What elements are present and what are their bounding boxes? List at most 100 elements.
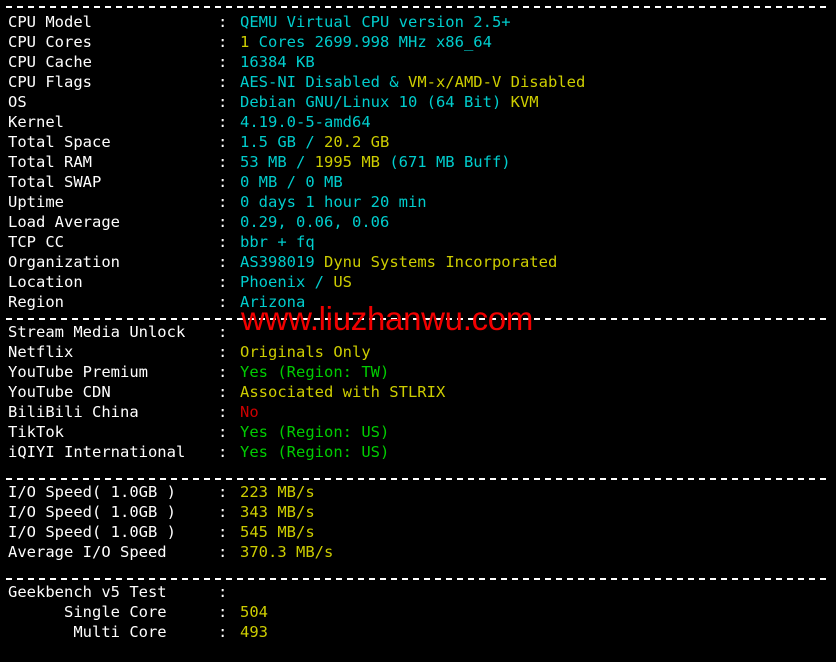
value-segment: 20.2 GB xyxy=(324,133,390,151)
terminal-row: Load Average:0.29, 0.06, 0.06 xyxy=(0,212,836,232)
terminal-row: Single Core:504 xyxy=(0,602,836,622)
row-separator-colon: : xyxy=(218,423,228,441)
row-separator-colon: : xyxy=(218,33,228,51)
row-separator-colon: : xyxy=(218,133,228,151)
row-separator-colon: : xyxy=(218,383,228,401)
row-label: TCP CC xyxy=(8,233,64,251)
terminal-row: Average I/O Speed:370.3 MB/s xyxy=(0,542,836,562)
row-separator-colon: : xyxy=(218,73,228,91)
row-separator-colon: : xyxy=(218,543,228,561)
value-segment: 0 MB / 0 MB xyxy=(240,173,343,191)
terminal-row: Netflix: Originals Only xyxy=(0,342,836,362)
terminal-row: I/O Speed( 1.0GB ):343 MB/s xyxy=(0,502,836,522)
row-value: 0 MB / 0 MB xyxy=(240,172,343,192)
row-separator-colon: : xyxy=(218,403,228,421)
value-segment: Yes (Region: TW) xyxy=(240,363,390,381)
row-separator-colon: : xyxy=(218,93,228,111)
row-label: Single Core xyxy=(8,603,167,621)
row-separator-colon: : xyxy=(218,623,228,641)
value-segment: Yes (Region: US) xyxy=(240,423,390,441)
terminal-row: TCP CC: bbr + fq xyxy=(0,232,836,252)
row-separator-colon: : xyxy=(218,503,228,521)
dashed-rule xyxy=(6,478,830,480)
terminal-row: Multi Core:493 xyxy=(0,622,836,642)
value-segment: 1.5 GB / xyxy=(240,133,324,151)
dashed-rule xyxy=(6,578,830,580)
row-value: 16384 KB xyxy=(240,52,315,72)
value-segment: US xyxy=(333,273,352,291)
value-segment: 0 days 1 hour 20 min xyxy=(240,193,427,211)
row-label: Geekbench v5 Test xyxy=(8,583,167,601)
row-value: 4.19.0-5-amd64 xyxy=(240,112,371,132)
value-segment: Debian GNU/Linux 10 (64 Bit) xyxy=(240,93,511,111)
row-separator-colon: : xyxy=(218,343,228,361)
value-segment: 0.29, 0.06, 0.06 xyxy=(240,213,390,231)
row-separator-colon: : xyxy=(218,53,228,71)
row-value: Originals Only xyxy=(240,342,371,362)
terminal-row: Total Space:1.5 GB / 20.2 GB xyxy=(0,132,836,152)
terminal-row: I/O Speed( 1.0GB ):223 MB/s xyxy=(0,482,836,502)
row-value: bbr + fq xyxy=(240,232,315,252)
terminal-row: iQIYI International: Yes (Region: US) xyxy=(0,442,836,462)
terminal-row: OS: Debian GNU/Linux 10 (64 Bit) KVM xyxy=(0,92,836,112)
row-value: 223 MB/s xyxy=(240,482,315,502)
row-value: Phoenix / US xyxy=(240,272,352,292)
terminal-row: TikTok: Yes (Region: US) xyxy=(0,422,836,442)
row-separator-colon: : xyxy=(218,193,228,211)
value-segment: 370.3 MB/s xyxy=(240,543,334,561)
row-label: YouTube CDN xyxy=(8,383,111,401)
row-value: 0.29, 0.06, 0.06 xyxy=(240,212,389,232)
terminal-row: BiliBili China: No xyxy=(0,402,836,422)
value-segment: 223 MB/s xyxy=(240,483,315,501)
row-label: Uptime xyxy=(8,193,64,211)
site-watermark: www.liuzhanwu.com xyxy=(241,300,534,337)
row-separator-colon: : xyxy=(218,173,228,191)
row-label: Multi Core xyxy=(8,623,167,641)
value-segment: No xyxy=(240,403,259,421)
value-segment: 343 MB/s xyxy=(240,503,315,521)
row-value: Associated with STLRIX xyxy=(240,382,445,402)
row-label: CPU Flags xyxy=(8,73,92,91)
row-value: AES-NI Disabled & VM-x/AMD-V Disabled xyxy=(240,72,585,92)
value-segment: bbr + fq xyxy=(240,233,315,251)
value-segment: VM-x/AMD-V Disabled xyxy=(407,73,586,91)
row-value: QEMU Virtual CPU version 2.5+ xyxy=(240,12,511,32)
value-segment: AS398019 xyxy=(240,253,324,271)
row-label: I/O Speed( 1.0GB ) xyxy=(8,523,176,541)
row-separator-colon: : xyxy=(218,293,228,311)
terminal-row: CPU Cores:1 Cores 2699.998 MHz x86_64 xyxy=(0,32,836,52)
row-label: YouTube Premium xyxy=(8,363,148,381)
row-value: 493 xyxy=(240,622,268,642)
terminal-row: Total RAM:53 MB / 1995 MB (671 MB Buff) xyxy=(0,152,836,172)
row-label: Region xyxy=(8,293,64,311)
row-separator-colon: : xyxy=(218,363,228,381)
row-separator-colon: : xyxy=(218,443,228,461)
row-label: OS xyxy=(8,93,27,111)
value-segment: Phoenix / xyxy=(240,273,334,291)
value-segment: AES-NI Disabled & xyxy=(240,73,408,91)
value-segment: (671 MB Buff) xyxy=(379,153,511,171)
value-segment: Yes (Region: US) xyxy=(240,443,390,461)
terminal-row: Uptime:0 days 1 hour 20 min xyxy=(0,192,836,212)
row-label: CPU Cores xyxy=(8,33,92,51)
value-segment: 1 xyxy=(240,33,250,51)
row-separator-colon: : xyxy=(218,603,228,621)
row-label: CPU Model xyxy=(8,13,92,31)
row-label: Netflix xyxy=(8,343,74,361)
row-label: Average I/O Speed xyxy=(8,543,167,561)
row-separator-colon: : xyxy=(218,13,228,31)
value-segment: 4.19.0-5-amd64 xyxy=(240,113,371,131)
row-label: CPU Cache xyxy=(8,53,92,71)
terminal-row: I/O Speed( 1.0GB ):545 MB/s xyxy=(0,522,836,542)
row-separator-colon: : xyxy=(218,323,228,341)
row-value: Yes (Region: US) xyxy=(240,422,389,442)
row-value: 0 days 1 hour 20 min xyxy=(240,192,427,212)
terminal-row: Organization: AS398019 Dynu Systems Incor… xyxy=(0,252,836,272)
row-separator-colon: : xyxy=(218,213,228,231)
terminal-row: YouTube CDN: Associated with STLRIX xyxy=(0,382,836,402)
row-label: Total RAM xyxy=(8,153,92,171)
row-value: Yes (Region: TW) xyxy=(240,362,389,382)
value-segment: QEMU Virtual CPU version 2.5+ xyxy=(240,13,511,31)
row-label: Organization xyxy=(8,253,120,271)
value-segment: 493 xyxy=(240,623,268,641)
